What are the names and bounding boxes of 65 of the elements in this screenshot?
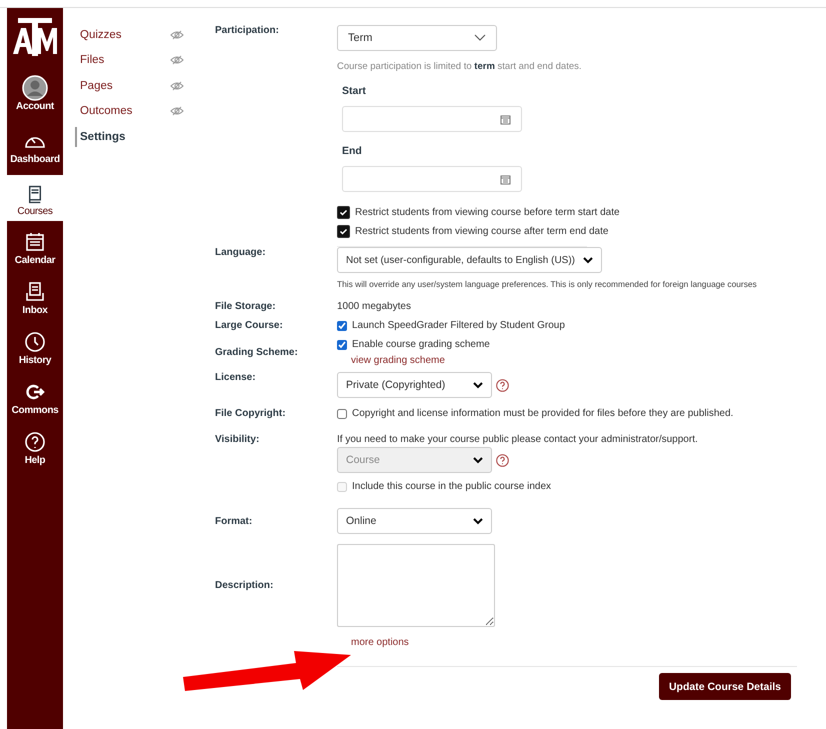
checkbox-label: Launch SpeedGrader Filtered by Student Group	[352, 320, 565, 331]
avatar-icon	[22, 75, 48, 101]
field-label: File Storage:	[215, 301, 277, 312]
checkbox-label: Enable course grading scheme	[352, 339, 490, 350]
language-dropdown[interactable]: Not set (user-configurable, defaults to English (US))	[337, 247, 602, 273]
checkbox[interactable]	[337, 340, 347, 350]
date-field[interactable]	[342, 106, 522, 132]
checkmark-icon	[339, 208, 348, 217]
checkbox-label: Copyright and license information must be provided for files before they are published.	[352, 408, 734, 419]
field-label: Language:	[215, 247, 267, 260]
chevron-down-icon	[473, 518, 483, 524]
checkbox[interactable]	[337, 320, 347, 330]
course-nav-link[interactable]: Outcomes	[80, 105, 132, 118]
calendar-icon	[500, 114, 511, 124]
field-label: Visibility:	[215, 434, 260, 447]
field-label: License:	[215, 372, 257, 385]
nav-item[interactable]: Help	[7, 426, 63, 470]
checkmark-icon	[339, 227, 348, 236]
field-label: File Copyright:	[215, 408, 287, 419]
participation-dropdown[interactable]: Term	[337, 25, 497, 51]
course-nav-link[interactable]: Files	[80, 54, 104, 66]
nav-item[interactable]: Commons	[7, 376, 63, 420]
visibility-note: If you need to make your course public please contact your administrator/support.	[337, 434, 698, 445]
checkbox-label: Restrict students from viewing course after term end date	[355, 226, 608, 237]
help-icon	[22, 429, 48, 455]
field-label: Large Course:	[215, 320, 284, 331]
format-dropdown[interactable]: Online	[337, 508, 492, 534]
date-field[interactable]	[342, 166, 522, 192]
calendar-icon	[500, 174, 511, 184]
course-nav-link[interactable]: Pages	[80, 80, 113, 92]
field-label: Description:	[215, 580, 274, 591]
update-course-details-button[interactable]: Update Course Details	[658, 673, 791, 700]
hint-text: This will override any user/system language preferences. This is only recommended for foreign language courses	[337, 279, 757, 289]
checkbox[interactable]	[337, 225, 350, 238]
more-options-link[interactable]: more options	[351, 637, 826, 648]
course-nav-link[interactable]: Settings	[75, 126, 126, 147]
logo-icon[interactable]	[12, 18, 58, 56]
course-nav-link[interactable]: Quizzes	[80, 28, 122, 41]
checkbox-label: Restrict students from viewing course before term start date	[355, 207, 620, 218]
help-icon[interactable]	[496, 454, 509, 466]
field-label: Grading Scheme:	[215, 347, 299, 358]
nav-item[interactable]: Dashboard	[7, 125, 63, 169]
nav-item[interactable]: Courses	[7, 175, 63, 221]
chevron-down-icon	[474, 34, 486, 42]
checkbox[interactable]	[337, 206, 350, 219]
nav-item[interactable]: Calendar	[7, 226, 63, 270]
field-value: 1000 megabytes	[337, 301, 412, 312]
chevron-down-icon	[473, 456, 483, 464]
field-label: Participation:	[215, 25, 280, 38]
checkbox[interactable]	[337, 408, 347, 418]
chevron-down-icon	[583, 256, 593, 264]
field-label: Format:	[215, 516, 254, 526]
hint-text: Course participation is limited to term start and end dates.	[337, 61, 582, 72]
help-icon[interactable]	[496, 378, 509, 392]
view-grading-scheme-link[interactable]: view grading scheme	[351, 355, 445, 366]
checkbox-label: Include this course in the public course index	[352, 481, 552, 492]
license-dropdown[interactable]: Private (Copyrighted)	[337, 372, 492, 398]
description-field[interactable]	[337, 544, 495, 627]
field-label: Start	[342, 85, 366, 97]
clock-icon	[22, 329, 48, 355]
field-label: End	[342, 145, 362, 157]
nav-item[interactable]: Inbox	[7, 276, 63, 320]
chevron-down-icon	[473, 382, 483, 388]
nav-item[interactable]: Account	[7, 72, 63, 119]
nav-item[interactable]: History	[7, 326, 63, 370]
